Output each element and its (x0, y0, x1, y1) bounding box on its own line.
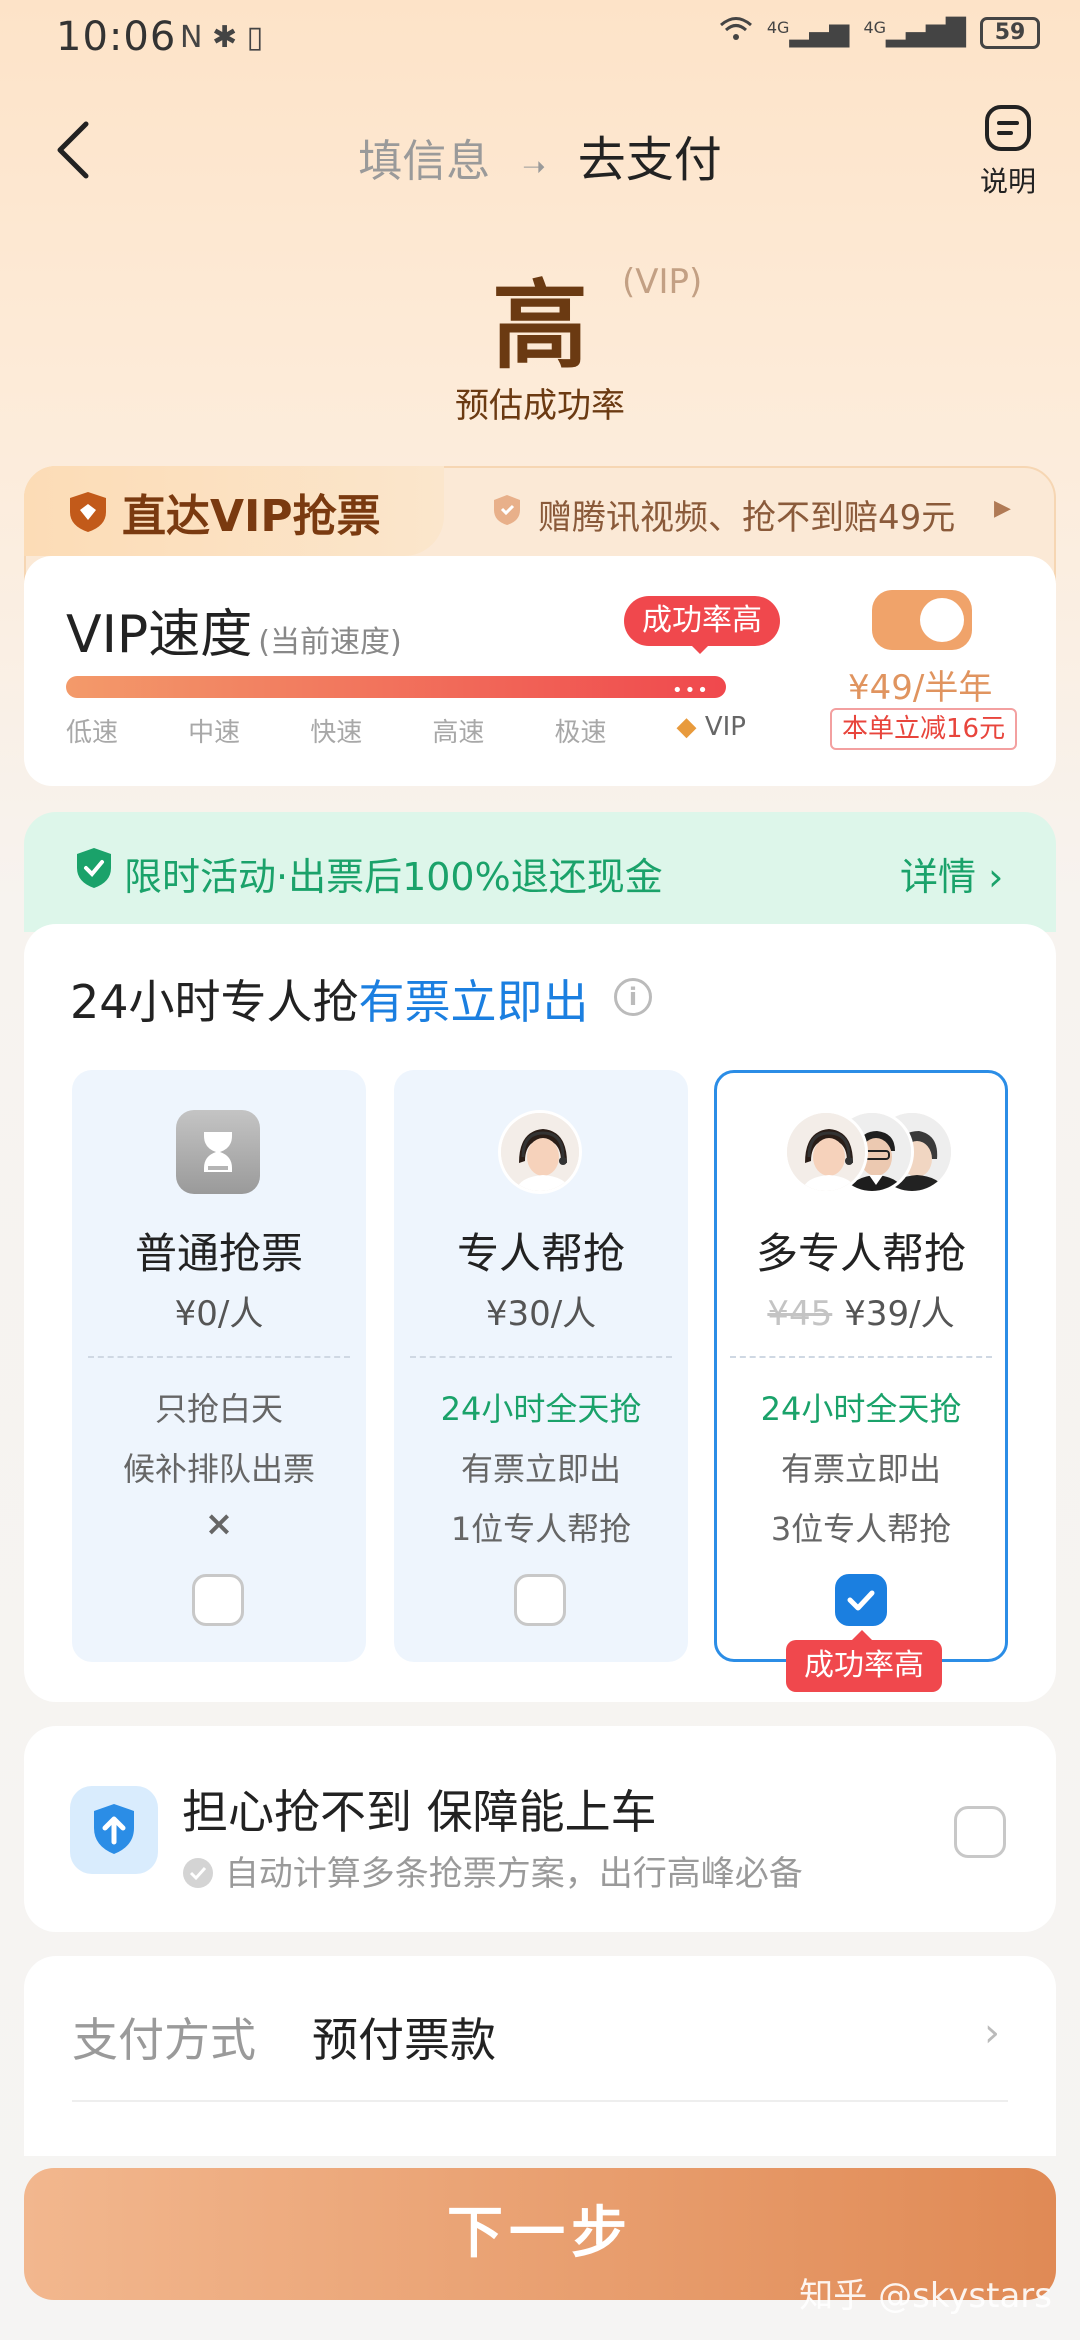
option-personal-line1: 24小时全天抢 (440, 1390, 642, 1428)
option-multi-price: ¥45 ¥39/人 (714, 1286, 1008, 1335)
guarantee-title: 担心抢不到 保障能上车 (182, 1785, 657, 1839)
option-multi-line2: 有票立即出 (780, 1450, 941, 1488)
service-title-prefix: 24小时专人抢 (70, 975, 359, 1029)
document-icon (985, 105, 1031, 151)
vip-speed-current: (当前速度) (258, 625, 402, 660)
speed-label-extreme: 极速 (554, 718, 607, 748)
speed-label-vip-text: VIP (704, 712, 746, 742)
step-arrow-icon: ➝ (522, 150, 546, 183)
step-fill-info: 填信息 (358, 136, 491, 187)
signal-icon-1: 4G▂▄▆ (766, 17, 850, 48)
step-indicator: 填信息 ➝ 去支付 (0, 120, 1080, 190)
option-standard-name: 普通抢票 (134, 1229, 303, 1278)
speed-dots: ••• (672, 680, 710, 701)
vip-speed-title-text: VIP速度 (66, 605, 253, 665)
signal-2-label: 4G (863, 17, 887, 37)
chevron-right-icon: › (984, 2010, 1000, 2056)
status-left-icons: N ✱ ▯ (180, 20, 264, 55)
promo-shield-icon (492, 494, 522, 530)
speed-labels: 低速 中速 快速 高速 极速 ◆ VIP (66, 712, 746, 749)
option-multi-badge: 成功率高 (786, 1640, 942, 1692)
agent-avatar-1 (784, 1110, 868, 1194)
wifi-icon (719, 16, 753, 49)
signal-1-label: 4G (766, 17, 790, 37)
option-personal-name: 专人帮抢 (456, 1229, 625, 1278)
service-title: 24小时专人抢有票立即出 (70, 966, 589, 1032)
payment-label: 支付方式 (72, 2013, 256, 2067)
option-personal-line3: 1位专人帮抢 (450, 1510, 632, 1548)
shield-check-icon (74, 846, 114, 890)
success-rate-vip-tag: (VIP) (622, 262, 703, 302)
option-multi-line1: 24小时全天抢 (760, 1390, 962, 1428)
hourglass-icon (176, 1110, 260, 1194)
option-multi-name: 多专人帮抢 (755, 1229, 966, 1278)
watermark: 知乎 @skystars (799, 2276, 1052, 2316)
payment-value: 预付票款 (312, 2013, 496, 2067)
speed-label-low: 低速 (66, 718, 119, 748)
speed-label-fast: 快速 (310, 718, 363, 748)
vip-price: ¥49/半年 (848, 668, 993, 708)
option-standard-line1: 只抢白天 (154, 1390, 283, 1428)
option-multi-new-price: ¥39/人 (844, 1294, 955, 1334)
option-multi-checkbox[interactable] (835, 1574, 887, 1626)
option-multi-line3: 3位专人帮抢 (770, 1510, 952, 1548)
guarantee-icon (70, 1786, 158, 1874)
service-title-accent: 有票立即出 (358, 975, 589, 1029)
vip-shield-icon (66, 490, 110, 538)
vip-speed-title: VIP速度 (当前速度) (66, 592, 402, 667)
vip-success-badge: 成功率高 (624, 596, 780, 646)
success-rate-label: 预估成功率 (455, 386, 625, 426)
payment-divider (72, 2100, 1008, 2102)
option-standard-divider (88, 1356, 350, 1358)
close-icon: × (204, 1504, 234, 1544)
activity-detail-link[interactable]: 详情 › (900, 846, 1003, 901)
speed-progress-bar (66, 676, 726, 698)
option-personal-price: ¥30/人 (485, 1294, 597, 1334)
option-multi-old-price: ¥45 (767, 1294, 833, 1334)
speed-label-high: 高速 (432, 718, 485, 748)
guarantee-subtitle: 自动计算多条抢票方案，出行高峰必备 (182, 1846, 803, 1895)
option-personal-line2: 有票立即出 (460, 1450, 621, 1488)
vip-badge-tail (690, 644, 710, 654)
help-label: 说明 (979, 165, 1036, 198)
option-personal-checkbox[interactable] (514, 1574, 566, 1626)
caret-right-icon: ▶ (994, 496, 1011, 521)
vip-promo-text[interactable]: 赠腾讯视频、抢不到赔49元 (538, 490, 955, 539)
success-rate-value: 高 (492, 270, 588, 382)
option-standard-checkbox[interactable] (192, 1574, 244, 1626)
option-badge-tail (852, 1630, 872, 1640)
status-time: 10:06 (56, 14, 177, 60)
option-personal-divider (410, 1356, 672, 1358)
battery-icon: 59 (980, 16, 1040, 49)
activity-text: 限时活动·出票后100%退还现金 (124, 855, 663, 899)
vip-toggle-knob (920, 598, 964, 642)
option-multi-divider (730, 1356, 992, 1358)
help-button[interactable]: 说明 (968, 104, 1048, 200)
guarantee-checkbox[interactable] (954, 1806, 1006, 1858)
speed-label-vip: ◆ VIP (677, 712, 746, 749)
step-pay: 去支付 (577, 132, 722, 188)
agent-avatar (498, 1110, 582, 1194)
info-icon[interactable]: i (614, 978, 652, 1016)
vip-discount-badge: 本单立减16元 (830, 708, 1018, 750)
option-standard-price: ¥0/人 (174, 1294, 264, 1334)
check-circle-icon (182, 1854, 214, 1894)
speed-label-mid: 中速 (188, 718, 241, 748)
check-icon (847, 1590, 875, 1611)
signal-icon-2: 4G▂▄▆█ (863, 17, 966, 48)
vip-crown-icon: ◆ (676, 712, 697, 742)
vip-tab-label: 直达VIP抢票 (122, 491, 381, 542)
option-standard-line2: 候补排队出票 (122, 1450, 315, 1488)
guarantee-subtitle-text: 自动计算多条抢票方案，出行高峰必备 (224, 1854, 803, 1894)
status-right: 4G▂▄▆ 4G▂▄▆█ 59 (719, 16, 1040, 49)
